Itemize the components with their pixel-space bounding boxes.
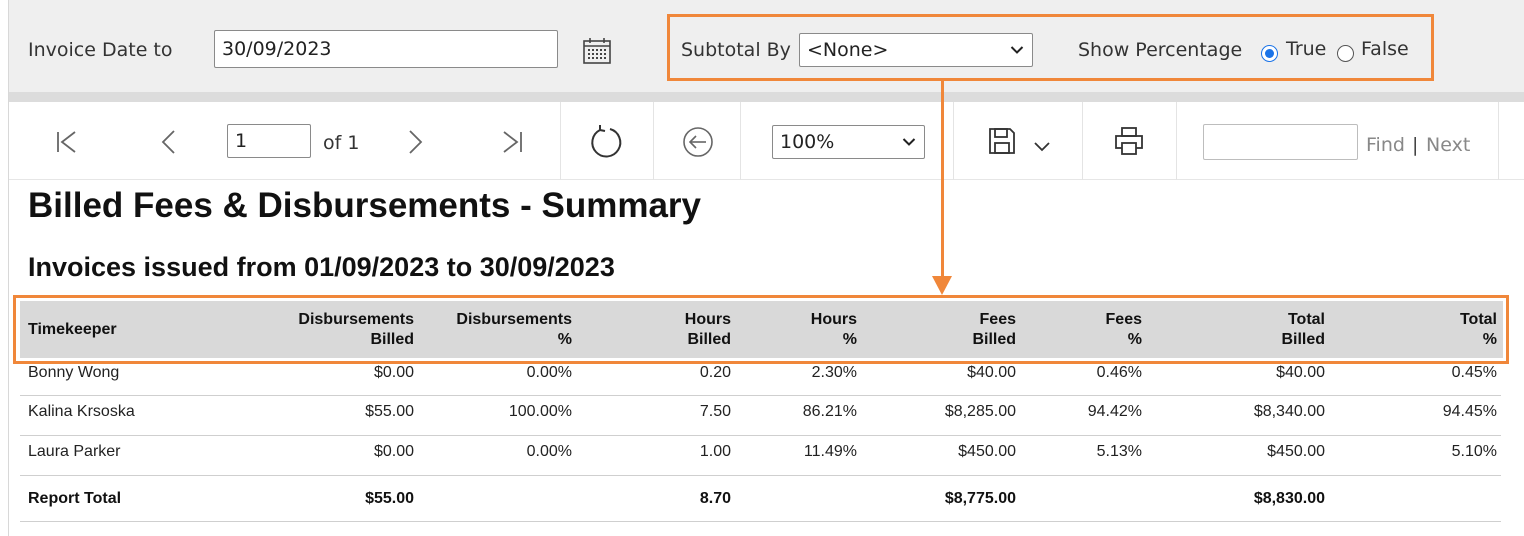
chevron-down-icon[interactable] [1031,138,1053,154]
row-divider [20,435,1501,436]
toolbar-separator [653,102,654,180]
parameter-highlight-box [667,14,1434,81]
cell-total-disbursements-billed: $55.00 [365,490,414,507]
row-divider [20,395,1501,396]
cell-total-fees-billed: $8,775.00 [944,490,1016,507]
invoice-date-to-input[interactable] [214,30,558,68]
refresh-icon[interactable] [587,122,625,160]
zoom-select[interactable]: 100% [772,125,925,159]
annotation-arrow-head [932,276,952,295]
cell-total-total-billed: $8,830.00 [1253,490,1325,507]
cell-total-billed: $450.00 [1267,443,1325,460]
cell-fees-pct: 0.46% [1096,364,1142,381]
calendar-icon[interactable] [580,34,614,68]
cell-total-pct: 0.45% [1451,364,1497,381]
find-separator: | [1412,134,1419,156]
find-button[interactable]: Find [1366,134,1405,156]
chevron-down-icon [902,126,916,158]
cell-fees-pct: 94.42% [1087,403,1142,420]
first-page-icon[interactable] [52,127,82,157]
toolbar-separator [1082,102,1083,180]
cell-total-pct: 5.10% [1451,443,1497,460]
toolbar-separator [560,102,561,180]
print-icon[interactable] [1112,124,1146,158]
cell-total-billed: $40.00 [1276,364,1325,381]
page-number-input[interactable] [227,124,311,158]
cell-total-pct: 94.45% [1442,403,1497,420]
next-page-icon[interactable] [400,127,430,157]
invoice-date-to-label: Invoice Date to [28,39,173,61]
cell-total-hours-billed: 8.70 [699,490,731,507]
cell-timekeeper: Bonny Wong [28,364,120,381]
zoom-value: 100% [780,131,835,153]
save-icon[interactable] [985,124,1019,158]
table-header-highlight-box [13,295,1509,364]
row-divider [20,475,1501,476]
toolbar-separator [740,102,741,180]
cell-timekeeper: Laura Parker [28,443,121,460]
cell-total-billed: $8,340.00 [1253,403,1325,420]
previous-page-icon[interactable] [154,127,184,157]
row-divider [20,521,1501,522]
parameter-panel-divider [9,92,1524,102]
last-page-icon[interactable] [497,127,527,157]
cell-total-label: Report Total [28,490,122,507]
back-icon[interactable] [680,124,716,160]
cell-timekeeper: Kalina Krsoska [28,403,135,420]
toolbar-separator [1176,102,1177,180]
report-title: Billed Fees & Disbursements - Summary [28,186,701,225]
find-input[interactable] [1203,124,1358,160]
report-subtitle: Invoices issued from 01/09/2023 to 30/09… [28,252,615,282]
page-count-label: of 1 [323,132,360,154]
annotation-arrow-line [941,81,944,278]
next-button[interactable]: Next [1426,134,1470,156]
toolbar-separator [953,102,954,180]
cell-fees-pct: 5.13% [1096,443,1142,460]
toolbar-separator [1498,102,1499,180]
